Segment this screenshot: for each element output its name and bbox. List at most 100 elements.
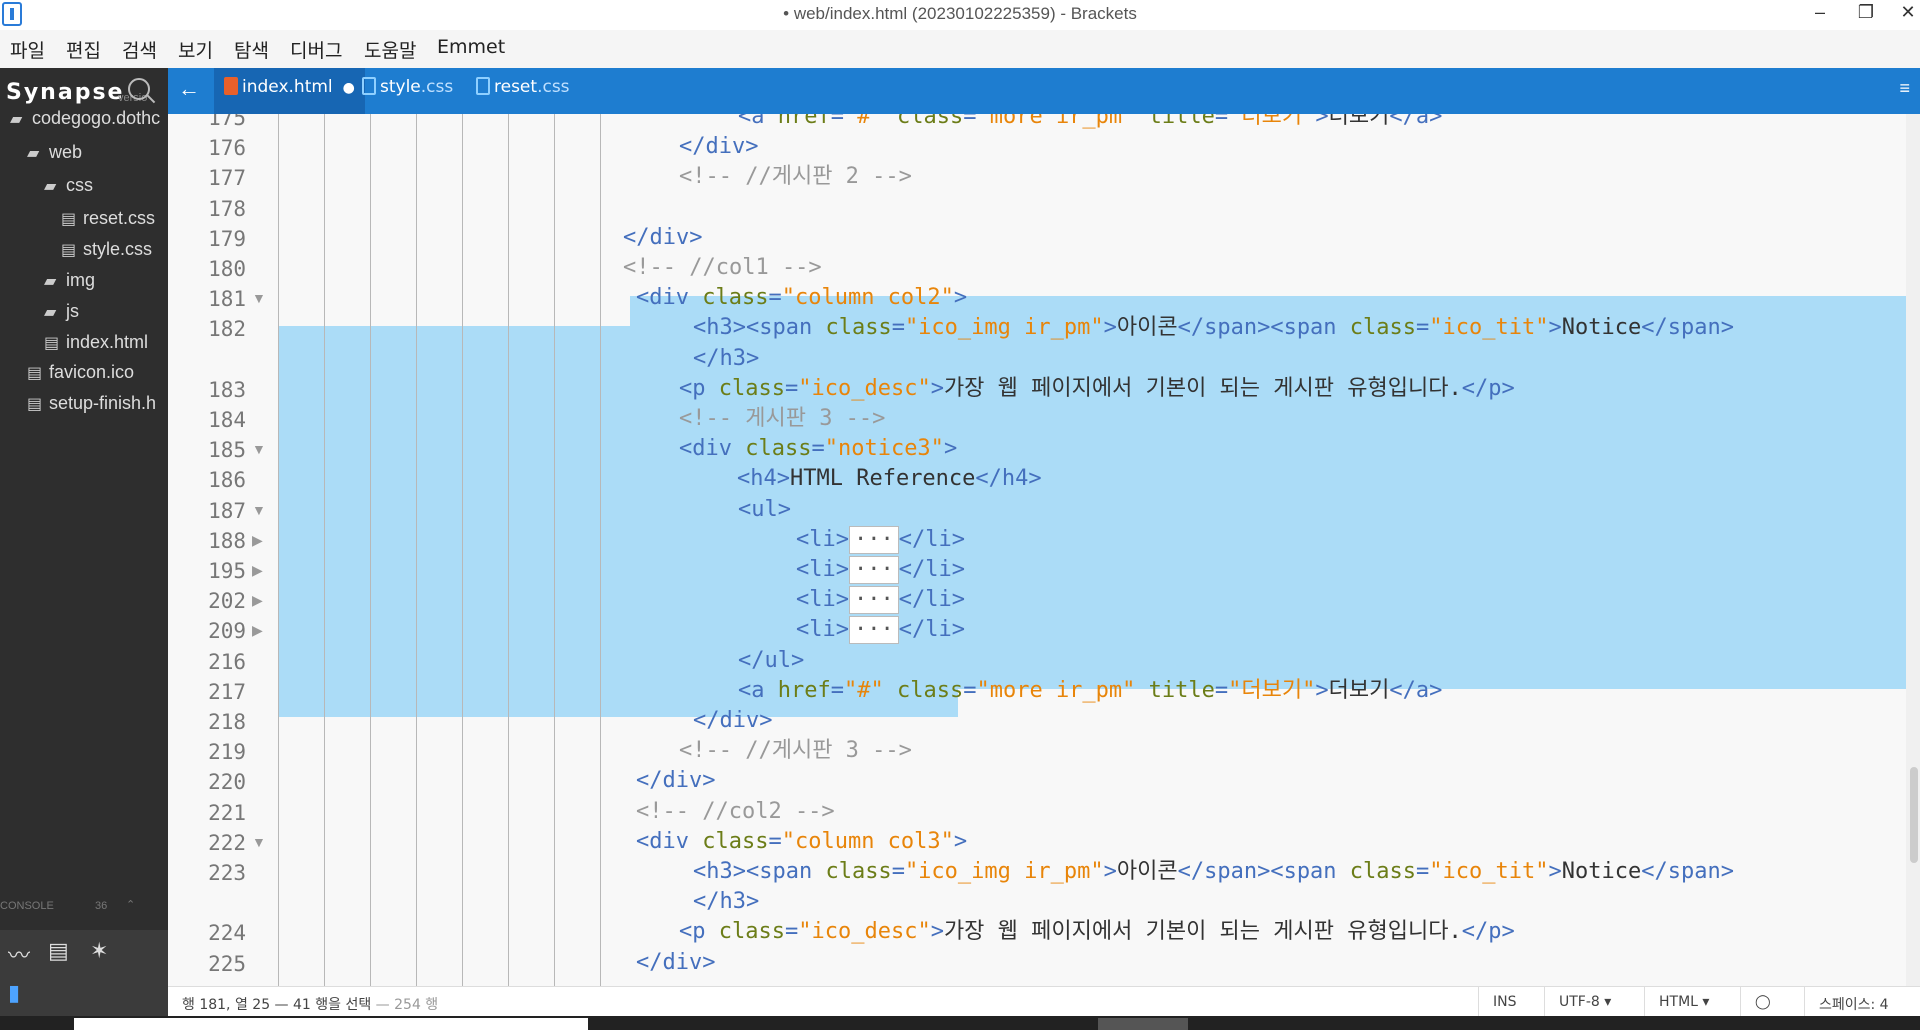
menu-help[interactable]: 도움말 [364, 36, 416, 63]
file-icon: ▤ [61, 242, 77, 259]
back-arrow-icon[interactable]: ← [178, 76, 200, 102]
code-token: > [930, 375, 944, 401]
fold-closed-icon[interactable]: ▶ [252, 562, 263, 579]
tab-index-html[interactable]: index.html ● [214, 68, 365, 114]
code-line: </div> [636, 948, 715, 978]
search-icon[interactable] [128, 78, 150, 100]
minimize-button[interactable]: – [1800, 0, 1840, 28]
code-token: <!-- //게시판 2 --> [679, 164, 912, 190]
indent-guide [554, 114, 555, 986]
tab-reset-css[interactable]: reset.css [466, 68, 580, 114]
code-line: <h3><span class="ico_img ir_pm">아이콘</spa… [693, 857, 1734, 887]
code-token: <p [679, 375, 719, 401]
code-token: </li> [898, 617, 965, 643]
close-button[interactable]: ✕ [1888, 0, 1920, 28]
fold-closed-icon[interactable]: ▶ [252, 622, 263, 639]
code-token: title [1135, 677, 1215, 703]
tree-item[interactable]: ▤ setup-finish.h [27, 393, 156, 414]
code-editor[interactable]: 175 176 177 178 179 180 181 ▼ 182 183 184 185 ▼ 186 18… [168, 114, 1920, 986]
briefcase-icon[interactable]: ▤ [48, 938, 69, 964]
menu-view[interactable]: 보기 [178, 36, 213, 63]
menu-emmet[interactable]: Emmet [437, 36, 505, 58]
fold-open-icon[interactable]: ▼ [252, 441, 266, 457]
tree-item[interactable]: ▤ index.html [44, 332, 148, 353]
encoding-select[interactable]: UTF-8 ▾ [1544, 987, 1644, 1017]
hamburger-menu-icon[interactable]: ≡ [1899, 78, 1910, 99]
code-token: = [1416, 315, 1430, 341]
chart-icon[interactable]: 〰 [8, 938, 30, 970]
menu-debug[interactable]: 디버그 [290, 36, 342, 63]
collapsed-fold-marker[interactable]: ··· [848, 556, 899, 584]
tree-item[interactable]: ▰ js [44, 301, 79, 322]
tree-item[interactable]: ▰ codegogo.dothc [10, 108, 160, 129]
code-token: <p [679, 919, 719, 945]
lint-status-icon[interactable]: ◯ [1740, 987, 1785, 1017]
tree-item[interactable]: ▤ style.css [61, 239, 152, 260]
code-token: "더보기" [1228, 114, 1316, 129]
indent-setting[interactable]: 스페이스: 4 [1804, 987, 1920, 1017]
menu-navigate[interactable]: 탐색 [234, 36, 269, 63]
tree-item[interactable]: ▤ reset.css [61, 208, 155, 229]
tree-item[interactable]: ▰ css [44, 175, 93, 196]
code-line: <div class="column col3"> [636, 827, 967, 857]
tab-ext: .html [288, 77, 333, 97]
chevron-up-icon[interactable]: ⌃ [126, 898, 135, 911]
line-number: 195 [208, 559, 246, 583]
file-icon: ▤ [27, 396, 43, 413]
code-line: </ul> [738, 646, 804, 676]
restore-button[interactable]: ❐ [1846, 0, 1886, 28]
scrollbar-thumb[interactable] [1910, 767, 1918, 863]
tree-item[interactable]: ▰ img [44, 270, 95, 291]
code-token: </span> [1641, 859, 1734, 884]
code-token: "ico_img ir_pm" [904, 859, 1104, 884]
code-token: = [891, 315, 905, 341]
console-panel-toggle[interactable]: CONSOLE 36 ⌃ [0, 898, 168, 920]
code-token: </h4> [975, 466, 1042, 492]
fold-open-icon[interactable]: ▼ [252, 290, 266, 306]
css3-icon [476, 77, 490, 95]
vertical-scrollbar[interactable] [1906, 114, 1920, 986]
language-select[interactable]: HTML ▾ [1644, 987, 1740, 1017]
menu-file[interactable]: 파일 [10, 36, 45, 63]
tree-item-label: style.css [83, 239, 153, 259]
tab-style-css[interactable]: style.css [352, 68, 463, 114]
collapsed-fold-marker[interactable]: ··· [848, 525, 899, 554]
code-token: <!-- //col1 --> [623, 255, 822, 280]
tree-item-label: img [66, 270, 96, 290]
code-token: = [830, 114, 844, 129]
tree-item[interactable]: ▤ favicon.ico [27, 362, 134, 383]
insert-mode[interactable]: INS [1478, 987, 1531, 1017]
fold-closed-icon[interactable]: ▶ [252, 532, 263, 549]
code-token: = [1416, 859, 1430, 884]
code-token: </a> [1389, 677, 1443, 703]
line-number: 177 [208, 166, 246, 191]
collapsed-fold-marker[interactable]: ··· [848, 586, 899, 615]
magic-wand-icon[interactable]: ✶ [90, 938, 108, 964]
brackets-logo-icon[interactable]: ▮ [8, 980, 20, 1006]
tree-item[interactable]: ▰ web [27, 142, 82, 163]
code-token: <!-- 게시판 3 --> [679, 406, 886, 431]
code-token: href [777, 677, 831, 703]
code-token: = [784, 919, 799, 945]
code-area[interactable]: <a href="#" class="more ir_pm" title="더보… [278, 114, 1920, 986]
code-token: </li> [898, 557, 965, 582]
menu-find[interactable]: 검색 [122, 36, 157, 63]
code-token: </h3> [693, 345, 760, 371]
code-token: <div [636, 285, 703, 311]
code-token: class [702, 285, 769, 311]
indent-guide [600, 114, 601, 986]
code-token: <!-- //col2 --> [636, 798, 835, 824]
line-number: 182 [208, 317, 246, 342]
menu-edit[interactable]: 편집 [66, 36, 101, 63]
fold-open-icon[interactable]: ▼ [252, 834, 266, 850]
code-line: <h3><span class="ico_img ir_pm">아이콘</spa… [693, 313, 1734, 343]
fold-open-icon[interactable]: ▼ [252, 502, 266, 518]
code-token: <h3><span [693, 315, 826, 341]
code-line: <p class="ico_desc">가장 웹 페이지에서 기본이 되는 게시… [679, 374, 1515, 404]
fold-closed-icon[interactable]: ▶ [252, 592, 263, 609]
code-token: "더보기" [1228, 677, 1316, 703]
synapse-brand: Synapse [6, 80, 125, 105]
collapsed-fold-marker[interactable]: ··· [848, 616, 899, 645]
line-number: 209 [208, 619, 246, 644]
code-token: 가장 웹 페이지에서 기본이 되는 게시판 유형입니다. [943, 375, 1462, 401]
